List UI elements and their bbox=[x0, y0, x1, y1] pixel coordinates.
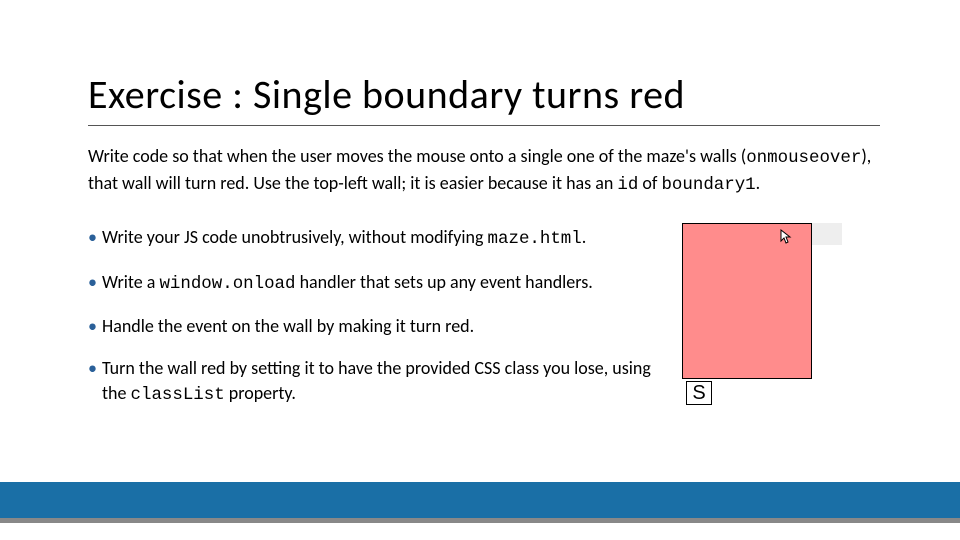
content-row: Write your JS code unobtrusively, withou… bbox=[88, 225, 880, 425]
bullet-text: Handle the event on the wall by making i… bbox=[102, 315, 474, 337]
slide: Exercise : Single boundary turns red Wri… bbox=[0, 0, 960, 540]
intro-text-4: . bbox=[756, 172, 761, 194]
bullet-text-post: handler that sets up any event handlers. bbox=[296, 271, 593, 293]
bullet-item: Handle the event on the wall by making i… bbox=[88, 314, 658, 338]
intro-code-2: id bbox=[617, 175, 638, 195]
slide-title: Exercise : Single boundary turns red bbox=[88, 70, 880, 126]
intro-code-3: boundary1 bbox=[661, 175, 755, 195]
bullet-list: Write your JS code unobtrusively, withou… bbox=[88, 225, 658, 425]
bullet-text: Write your JS code unobtrusively, withou… bbox=[102, 226, 488, 248]
bullet-code: window.onload bbox=[159, 274, 295, 294]
intro-text-3: of bbox=[638, 172, 661, 194]
cursor-icon bbox=[780, 229, 792, 245]
bullet-code: classList bbox=[131, 385, 225, 405]
footer-accent-bar bbox=[0, 482, 960, 518]
bullet-item: Turn the wall red by setting it to have … bbox=[88, 356, 658, 407]
bullet-text-post: property. bbox=[225, 382, 296, 404]
bullet-text-post: . bbox=[582, 226, 587, 248]
bullet-code: maze.html bbox=[488, 229, 582, 249]
maze-figure: S bbox=[682, 223, 842, 407]
maze-path bbox=[812, 245, 842, 379]
maze-wall-red bbox=[682, 223, 812, 379]
intro-paragraph: Write code so that when the user moves t… bbox=[88, 144, 878, 197]
intro-text-1: Write code so that when the user moves t… bbox=[88, 145, 746, 167]
bullet-item: Write your JS code unobtrusively, withou… bbox=[88, 225, 658, 252]
maze-start-label: S bbox=[686, 381, 712, 405]
bullet-text: Write a bbox=[102, 271, 159, 293]
intro-code-1: onmouseover bbox=[746, 148, 861, 168]
bullet-item: Write a window.onload handler that sets … bbox=[88, 270, 658, 297]
